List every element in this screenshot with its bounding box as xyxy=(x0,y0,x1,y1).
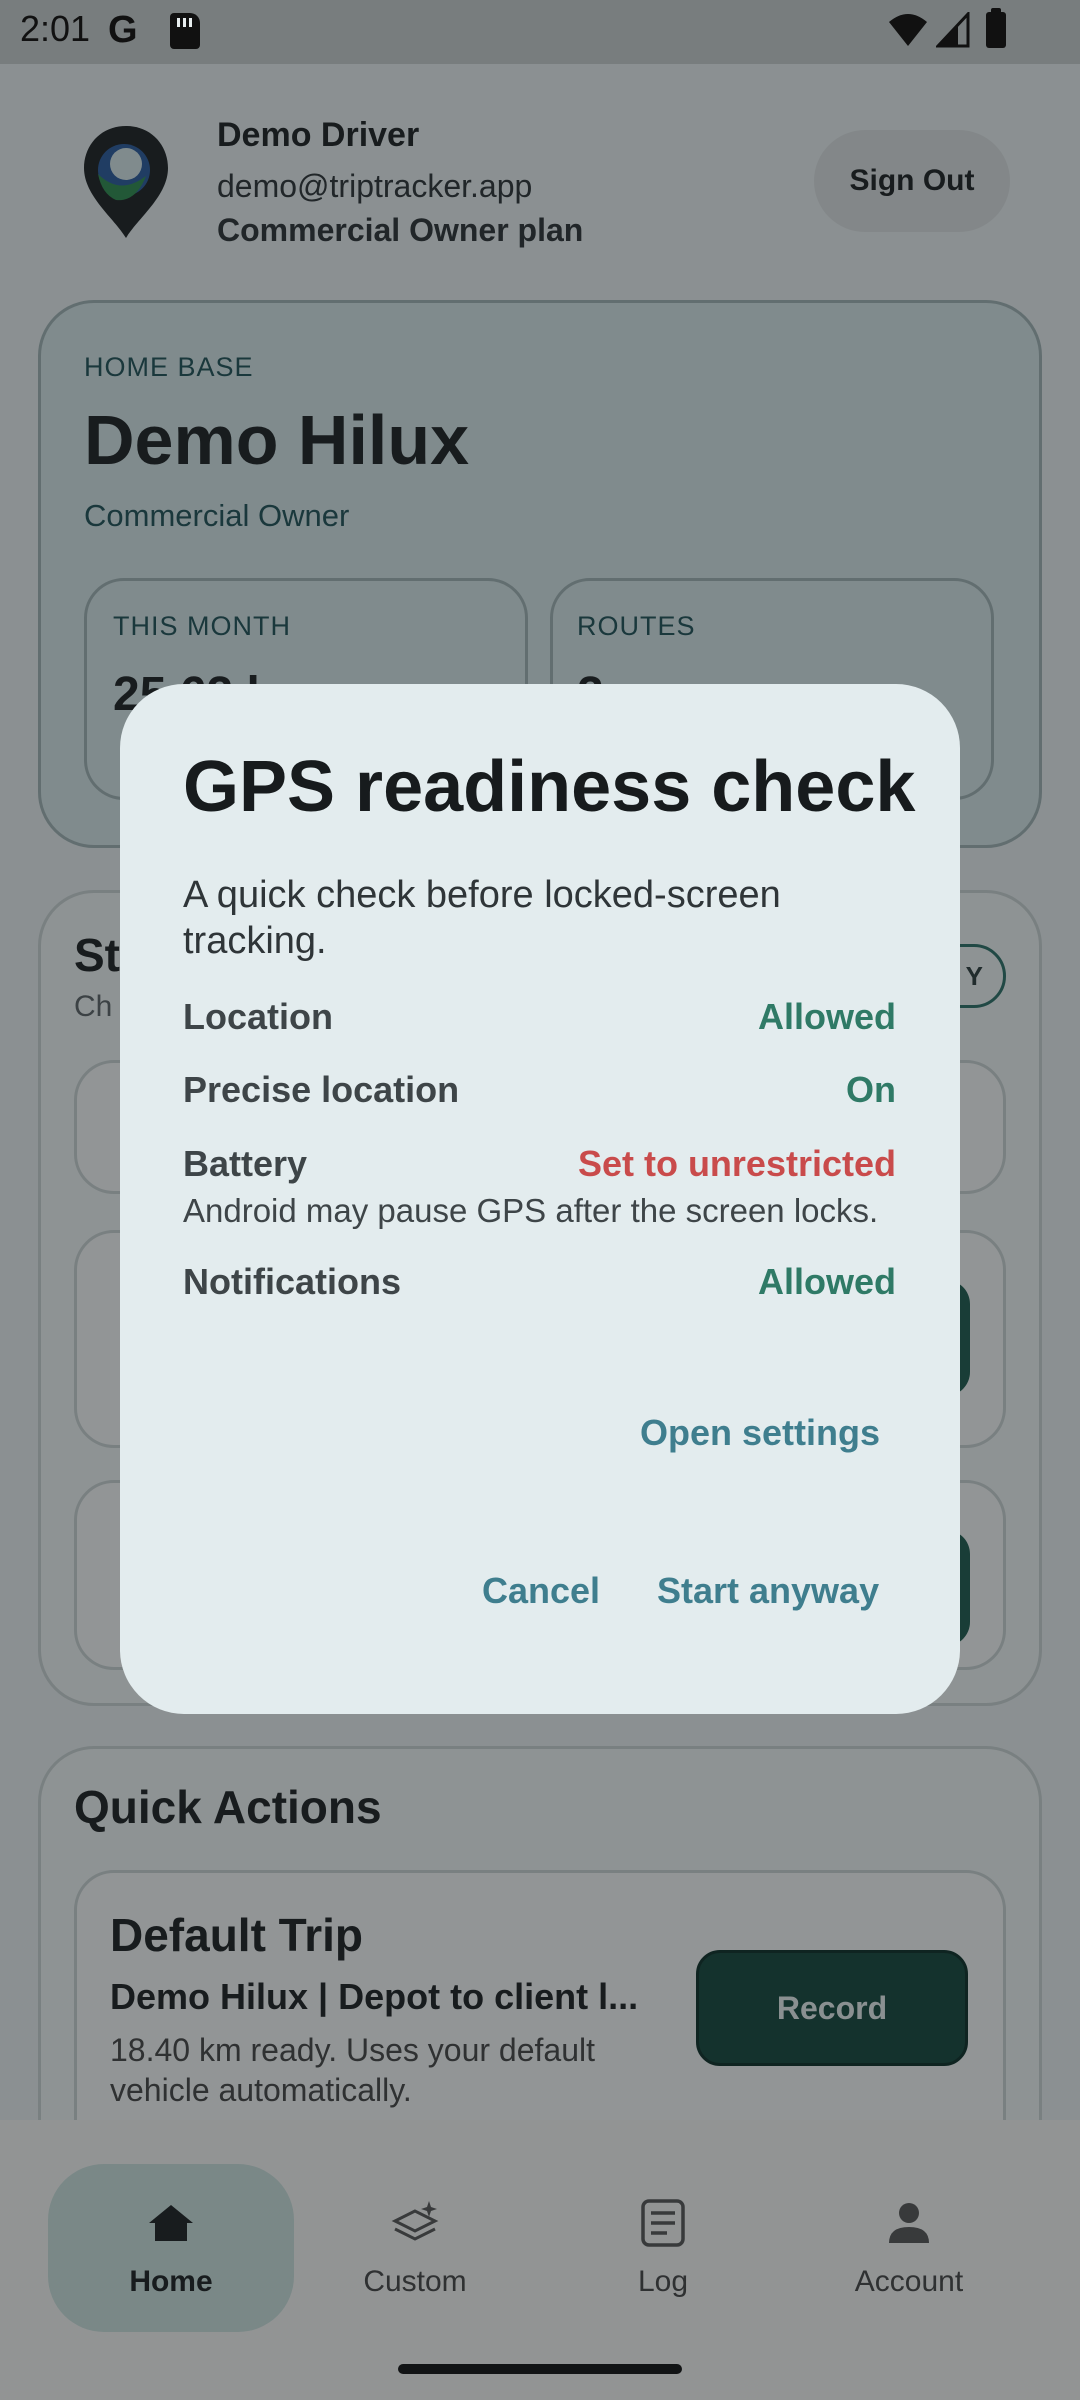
check-label-precise-location: Precise location xyxy=(183,1069,460,1110)
dialog-title: GPS readiness check xyxy=(183,747,916,827)
check-label-notifications: Notifications xyxy=(183,1261,402,1302)
battery-note: Android may pause GPS after the screen l… xyxy=(183,1192,879,1229)
status-time: 2:01 xyxy=(20,8,91,49)
signal-icon xyxy=(936,12,970,48)
check-value-notifications: Allowed xyxy=(757,1261,896,1302)
check-value-battery: Set to unrestricted xyxy=(577,1143,896,1184)
check-label-location: Location xyxy=(183,996,333,1037)
open-settings-button[interactable]: Open settings xyxy=(640,1412,880,1454)
check-label-battery: Battery xyxy=(183,1143,308,1184)
check-value-location: Allowed xyxy=(757,996,896,1037)
battery-icon xyxy=(986,8,1006,48)
cancel-button[interactable]: Cancel xyxy=(482,1570,600,1612)
start-anyway-button[interactable]: Start anyway xyxy=(657,1570,879,1612)
check-value-precise-location: On xyxy=(846,1069,896,1110)
sd-card-icon xyxy=(170,13,200,49)
status-bar: 2:01 G xyxy=(0,0,1080,64)
google-icon: G xyxy=(108,9,138,51)
wifi-icon xyxy=(889,14,927,46)
dialog-body: A quick check before locked-screen track… xyxy=(183,874,781,962)
